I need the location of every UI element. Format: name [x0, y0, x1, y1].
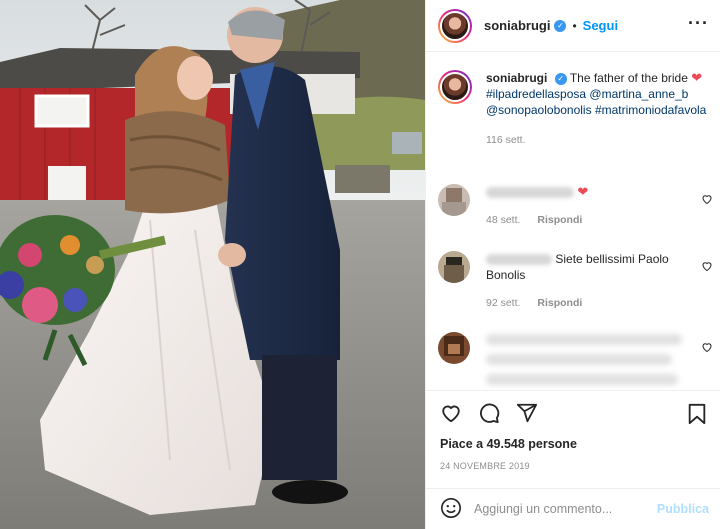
follow-button[interactable]: Segui — [583, 18, 618, 33]
hashtag-link[interactable]: #matrimoniodafavola — [595, 103, 706, 117]
comment-item: ❤ 48 sett. Rispondi — [438, 184, 713, 226]
comment-button[interactable] — [478, 402, 500, 424]
blurred-username — [486, 254, 552, 266]
red-heart-icon: ❤ — [577, 184, 589, 199]
comment-like-button[interactable] — [701, 259, 713, 275]
comment-icon — [480, 403, 500, 424]
reply-button[interactable]: Rispondi — [537, 214, 582, 226]
comment-input[interactable] — [474, 502, 644, 516]
post-header: soniabrugi ✓ • Segui ··· — [426, 0, 720, 52]
separator-dot: • — [572, 18, 577, 33]
wedding-photo-illustration — [0, 0, 425, 529]
caption-username-link[interactable]: soniabrugi — [486, 71, 547, 85]
mention-link[interactable]: @sonopaolobonolis — [486, 103, 592, 117]
comment-timestamp[interactable]: 92 sett. — [486, 297, 520, 309]
commenter-avatar[interactable] — [438, 332, 470, 364]
blurred-username — [486, 187, 574, 199]
heart-outline-icon — [702, 343, 712, 353]
heart-outline-icon — [442, 405, 460, 423]
red-heart-icon: ❤ — [691, 70, 703, 85]
commenter-avatar[interactable] — [438, 184, 470, 216]
bookmark-icon — [688, 403, 706, 425]
save-button[interactable] — [687, 403, 707, 425]
comment-item: Siete bellissimi Paolo Bonolis 92 sett. … — [438, 251, 713, 309]
paper-plane-icon — [516, 403, 538, 423]
post-caption: soniabrugi ✓ The father of the bride ❤ #… — [438, 70, 713, 146]
username-link[interactable]: soniabrugi — [484, 18, 550, 33]
post-actions: Piace a 49.548 persone 24 NOVEMBRE 2019 — [426, 390, 720, 471]
commenter-avatar[interactable] — [438, 251, 470, 283]
blurred-comment-line — [486, 374, 678, 385]
smiley-icon — [441, 497, 461, 518]
post-side-panel: soniabrugi ✓ • Segui ··· soniabrugi ✓ Th… — [425, 0, 720, 529]
emoji-button[interactable] — [440, 497, 462, 522]
blurred-comment-line — [486, 334, 682, 345]
likes-count[interactable]: Piace a 49.548 persone — [426, 437, 720, 451]
blurred-comment-line — [486, 354, 672, 365]
reply-button[interactable]: Rispondi — [537, 297, 582, 309]
avatar[interactable] — [438, 8, 472, 43]
caption-timestamp[interactable]: 116 sett. — [486, 134, 713, 146]
heart-outline-icon — [702, 195, 712, 205]
add-comment-bar: Pubblica — [426, 488, 720, 529]
post-photo[interactable] — [0, 0, 425, 529]
mention-link[interactable]: @martina_anne_b — [589, 87, 688, 101]
like-button[interactable] — [440, 402, 462, 424]
heart-outline-icon — [702, 262, 712, 272]
verified-badge-icon: ✓ — [554, 73, 567, 85]
comment-like-button[interactable] — [701, 192, 713, 208]
verified-badge-icon: ✓ — [554, 19, 567, 32]
comment-item — [438, 332, 713, 394]
publish-button[interactable]: Pubblica — [657, 502, 709, 516]
comment-timestamp[interactable]: 48 sett. — [486, 214, 520, 226]
hashtag-link[interactable]: #ilpadredellasposa — [486, 87, 586, 101]
share-button[interactable] — [516, 402, 538, 424]
more-options-button[interactable]: ··· — [688, 14, 709, 32]
comment-like-button[interactable] — [701, 340, 713, 356]
post-date[interactable]: 24 NOVEMBRE 2019 — [426, 461, 720, 471]
caption-text: The father of the bride — [569, 71, 688, 85]
caption-avatar[interactable] — [438, 70, 472, 104]
